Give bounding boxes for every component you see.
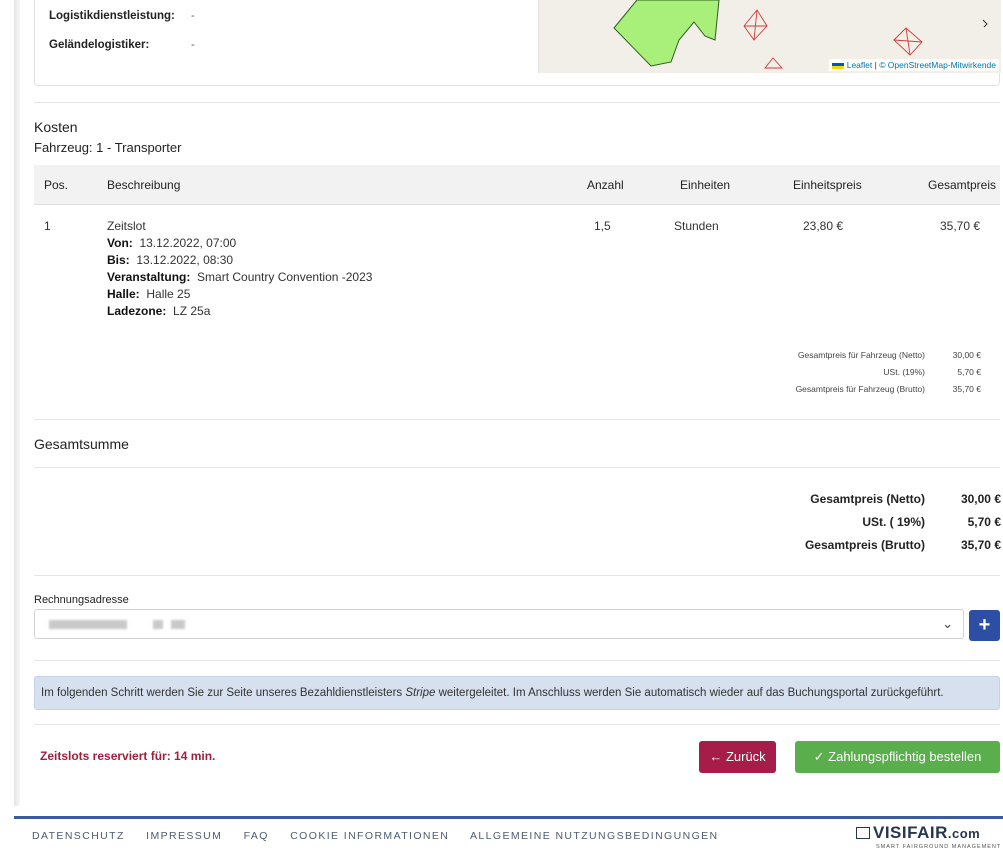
col-pos: Pos.	[44, 178, 69, 192]
add-address-button[interactable]: +	[969, 610, 1000, 641]
col-unit-price: Einheitspreis	[793, 178, 862, 192]
logistics-info-box: Logistikdienstleistung: - Geländelogisti…	[34, 0, 1001, 86]
detail-from: Von: 13.12.2022, 07:00	[107, 236, 237, 250]
vehicle-net-label: Gesamtpreis für Fahrzeug (Netto)	[797, 350, 925, 360]
map-attribution: Leaflet | © OpenStreetMap-Mitwirkende	[828, 59, 999, 71]
reservation-timer: Zeitslots reserviert für: 14 min.	[40, 749, 216, 763]
footer-link-privacy[interactable]: DATENSCHUTZ	[32, 830, 125, 842]
leaflet-link[interactable]: Leaflet	[847, 60, 873, 70]
row-units: Stunden	[674, 219, 719, 233]
info-value: -	[191, 10, 195, 22]
grand-total-title: Gesamtsumme	[34, 436, 129, 452]
costs-table-header: Pos. Beschreibung Anzahl Einheiten Einhe…	[34, 165, 1000, 205]
col-total: Gesamtpreis	[928, 178, 997, 192]
footer-link-terms[interactable]: ALLGEMEINE NUTZUNGSBEDINGUNGEN	[470, 830, 719, 842]
costs-title: Kosten	[34, 119, 78, 135]
vehicle-vat-label: USt. (19%)	[883, 367, 925, 377]
row-total: 35,70 €	[940, 219, 981, 233]
footer-links: DATENSCHUTZ IMPRESSUM FAQ COOKIE INFORMA…	[32, 830, 736, 842]
col-units: Einheiten	[680, 178, 731, 192]
vehicle-gross-value: 35,70 €	[952, 384, 981, 394]
total-net-label: Gesamtpreis (Netto)	[810, 492, 925, 506]
vehicle-label: Fahrzeug: 1 - Transporter	[34, 140, 182, 155]
total-gross-value: 35,70 €	[960, 538, 1001, 552]
logo-text: VISIFAIR	[873, 823, 948, 842]
vehicle-net-value: 30,00 €	[952, 350, 981, 360]
total-vat-value: 5,70 €	[967, 515, 1001, 529]
ukraine-flag-icon	[831, 62, 844, 69]
payment-redirect-notice: Im folgenden Schritt werden Sie zur Seit…	[34, 676, 1000, 710]
info-row-ground-logistics: Geländelogistiker: -	[49, 39, 195, 51]
divider	[34, 467, 1000, 468]
detail-event: Veranstaltung: Smart Country Convention …	[107, 270, 373, 284]
detail-loading-zone: Ladezone: LZ 25a	[107, 304, 211, 318]
location-map[interactable]: Leaflet | © OpenStreetMap-Mitwirkende	[538, 0, 1001, 73]
total-vat-label: USt. ( 19%)	[862, 515, 925, 529]
total-net-value: 30,00 €	[960, 492, 1001, 506]
plus-icon: +	[978, 614, 991, 636]
info-value: -	[191, 39, 195, 51]
logo-wordmark: VISIFAIR.com	[856, 823, 1003, 843]
divider	[34, 660, 1000, 661]
vehicle-gross-label: Gesamtpreis für Fahrzeug (Brutto)	[795, 384, 925, 394]
logo-suffix: .com	[947, 826, 981, 841]
osm-link[interactable]: © OpenStreetMap-Mitwirkende	[879, 60, 996, 70]
divider	[34, 419, 1000, 420]
chevron-down-icon: ⌄	[942, 616, 953, 631]
footer-link-cookies[interactable]: COOKIE INFORMATIONEN	[290, 830, 449, 842]
info-label: Logistikdienstleistung:	[49, 10, 175, 22]
total-gross-label: Gesamtpreis (Brutto)	[804, 538, 925, 552]
map-area-polygon	[613, 0, 720, 67]
row-unit-price: 23,80 €	[803, 219, 844, 233]
order-with-payment-button[interactable]: ✓ Zahlungspflichtig bestellen	[795, 741, 1000, 773]
row-description: Zeitslot	[107, 219, 146, 233]
back-button[interactable]: ← Zurück	[699, 741, 776, 773]
visifair-logo[interactable]: VISIFAIR.com SMART FAIRGROUND MANAGEMENT	[856, 823, 1003, 851]
logo-tagline: SMART FAIRGROUND MANAGEMENT	[876, 844, 1002, 850]
info-row-logistics-service: Logistikdienstleistung: -	[49, 10, 195, 22]
info-label: Geländelogistiker:	[49, 39, 150, 51]
row-quantity: 1,5	[594, 219, 611, 233]
footer-link-imprint[interactable]: IMPRESSUM	[146, 830, 222, 842]
divider	[34, 575, 1000, 576]
logo-icon	[856, 827, 870, 839]
detail-to: Bis: 13.12.2022, 08:30	[107, 253, 234, 267]
redacted-address	[153, 620, 163, 629]
redacted-address	[49, 620, 127, 629]
row-details: Von: 13.12.2022, 07:00 Bis: 13.12.2022, …	[107, 235, 372, 320]
redacted-address	[171, 620, 185, 629]
booking-checkout-page: Logistikdienstleistung: - Geländelogisti…	[0, 0, 1003, 851]
col-quantity: Anzahl	[587, 178, 624, 192]
col-description: Beschreibung	[107, 178, 181, 192]
notice-text: Im folgenden Schritt werden Sie zur Seit…	[41, 687, 406, 699]
notice-provider: Stripe	[405, 687, 436, 699]
vehicle-vat-value: 5,70 €	[957, 367, 981, 377]
detail-hall: Halle: Halle 25	[107, 287, 191, 301]
row-pos: 1	[44, 219, 51, 233]
checkout-card: Logistikdienstleistung: - Geländelogisti…	[20, 0, 1003, 806]
notice-text: weitergeleitet. Im Anschluss werden Sie …	[435, 687, 944, 699]
footer-link-faq[interactable]: FAQ	[244, 830, 269, 842]
footer-divider	[14, 816, 1003, 819]
divider	[34, 724, 1000, 725]
divider	[34, 102, 1000, 103]
billing-address-label: Rechnungsadresse	[34, 594, 129, 606]
billing-address-select[interactable]: ⌄	[34, 609, 964, 639]
